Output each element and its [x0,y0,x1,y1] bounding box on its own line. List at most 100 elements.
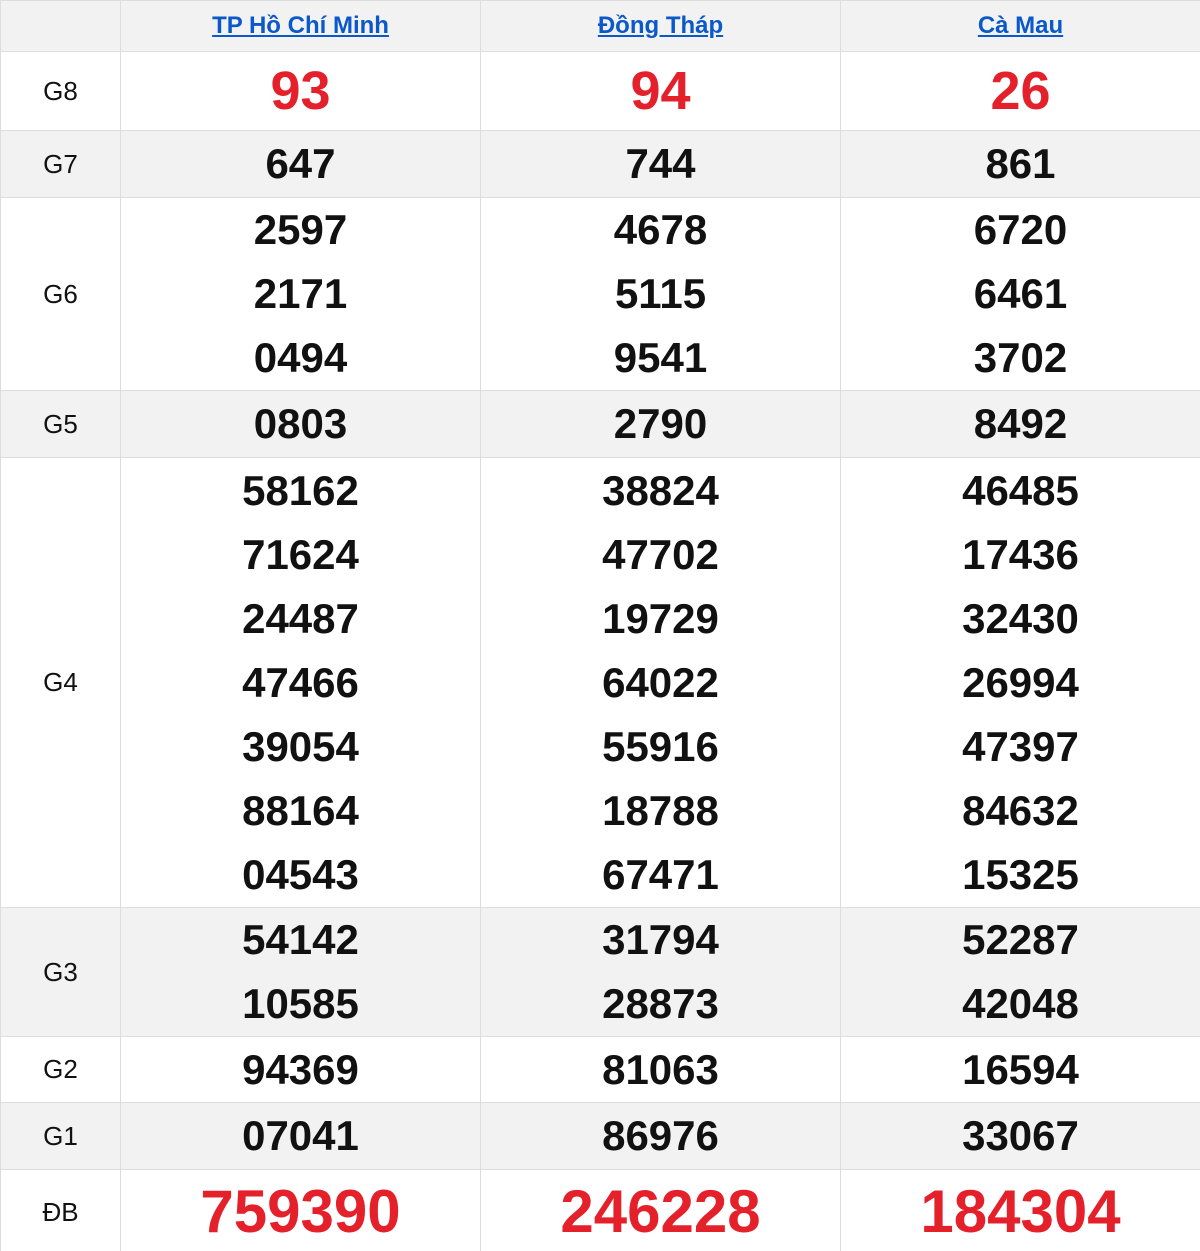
prize-label: ĐB [0,1169,121,1251]
prize-number: 6720 [973,206,1068,253]
prize-row-g5: G5 0803 2790 8492 [0,390,1200,458]
prize-cell: 31794 28873 [480,907,841,1037]
prize-cell: 744 [480,130,841,198]
prize-number: 26 [990,60,1051,121]
prize-row-g6: G6 2597 2171 0494 4678 5115 9541 6720 64… [0,197,1200,391]
prize-number: 6461 [973,270,1068,317]
prize-number: 31794 [602,916,719,963]
prize-number: 67471 [602,850,719,898]
province-link-ca-mau[interactable]: Cà Mau [978,12,1063,39]
prize-number: 17436 [962,530,1079,578]
prize-number: 47466 [242,658,359,706]
prize-label: G5 [0,390,121,458]
prize-cell: 94369 [120,1036,481,1103]
prize-number: 94369 [242,1045,359,1093]
prize-cell: 2597 2171 0494 [120,197,481,391]
prize-number: 84632 [962,786,1079,834]
prize-number: 55916 [602,722,719,770]
prize-number: 94 [630,60,691,121]
prize-number: 39054 [242,722,359,770]
lottery-results-table: TP Hồ Chí Minh Đồng Tháp Cà Mau G8 93 94… [0,0,1200,1251]
prize-row-special: ĐB 759390 246228 184304 [0,1169,1200,1251]
prize-number: 54142 [242,916,359,963]
prize-number: 0494 [253,334,348,381]
prize-cell: 184304 [840,1169,1200,1251]
prize-label: G2 [0,1036,121,1103]
prize-number: 19729 [602,594,719,642]
prize-cell: 52287 42048 [840,907,1200,1037]
prize-cell: 07041 [120,1102,481,1170]
prize-number: 93 [270,60,331,121]
province-link-ho-chi-minh[interactable]: TP Hồ Chí Minh [212,12,389,39]
prize-number: 47702 [602,530,719,578]
prize-row-g2: G2 94369 81063 16594 [0,1036,1200,1103]
prize-cell: 46485 17436 32430 26994 47397 84632 1532… [840,457,1200,908]
province-link-dong-thap[interactable]: Đồng Tháp [598,12,723,39]
prize-cell: 86976 [480,1102,841,1170]
prize-number: 07041 [242,1112,359,1159]
prize-cell: 8492 [840,390,1200,458]
prize-cell: 38824 47702 19729 64022 55916 18788 6747… [480,457,841,908]
prize-number: 24487 [242,594,359,642]
prize-row-g3: G3 54142 10585 31794 28873 52287 42048 [0,907,1200,1037]
prize-cell: 861 [840,130,1200,198]
prize-number: 18788 [602,786,719,834]
prize-number: 28873 [602,980,719,1027]
prize-number: 4678 [613,206,708,253]
prize-label: G1 [0,1102,121,1170]
prize-cell: 33067 [840,1102,1200,1170]
header-cell: Đồng Tháp [480,0,841,52]
prize-number: 16594 [962,1045,1079,1093]
header-cell: Cà Mau [840,0,1200,52]
prize-number: 04543 [242,850,359,898]
prize-number: 52287 [962,916,1079,963]
prize-number: 81063 [602,1045,719,1093]
prize-number: 861 [985,140,1056,187]
prize-label: G4 [0,457,121,908]
prize-number: 46485 [962,466,1079,514]
prize-cell: 81063 [480,1036,841,1103]
prize-cell: 16594 [840,1036,1200,1103]
prize-number: 58162 [242,466,359,514]
prize-number: 8492 [973,400,1068,447]
prize-number: 33067 [962,1112,1079,1159]
prize-cell: 58162 71624 24487 47466 39054 88164 0454… [120,457,481,908]
prize-number: 47397 [962,722,1079,770]
prize-number: 2597 [253,206,348,253]
prize-row-g7: G7 647 744 861 [0,130,1200,198]
prize-cell: 4678 5115 9541 [480,197,841,391]
prize-label: G7 [0,130,121,198]
prize-label: G8 [0,51,121,131]
prize-number: 42048 [962,980,1079,1027]
prize-cell: 54142 10585 [120,907,481,1037]
prize-number: 71624 [242,530,359,578]
prize-number: 64022 [602,658,719,706]
prize-number: 15325 [962,850,1079,898]
prize-number: 9541 [613,334,708,381]
prize-row-g4: G4 58162 71624 24487 47466 39054 88164 0… [0,457,1200,908]
prize-label: G6 [0,197,121,391]
header-cell: TP Hồ Chí Minh [120,0,481,52]
prize-number: 5115 [614,270,707,317]
prize-cell: 759390 [120,1169,481,1251]
prize-number: 10585 [242,980,359,1027]
special-prize-number: 184304 [920,1178,1121,1245]
special-prize-number: 246228 [560,1178,761,1245]
prize-row-g8: G8 93 94 26 [0,51,1200,131]
prize-cell: 94 [480,51,841,131]
prize-number: 2790 [613,400,708,447]
prize-cell: 93 [120,51,481,131]
prize-number: 86976 [602,1112,719,1159]
prize-cell: 6720 6461 3702 [840,197,1200,391]
prize-row-g1: G1 07041 86976 33067 [0,1102,1200,1170]
prize-cell: 26 [840,51,1200,131]
prize-number: 88164 [242,786,359,834]
prize-cell: 246228 [480,1169,841,1251]
prize-number: 0803 [253,400,348,447]
prize-number: 38824 [602,466,719,514]
special-prize-number: 759390 [200,1178,401,1245]
prize-number: 3702 [973,334,1068,381]
header-corner-cell [0,0,121,52]
prize-cell: 2790 [480,390,841,458]
prize-number: 26994 [962,658,1079,706]
